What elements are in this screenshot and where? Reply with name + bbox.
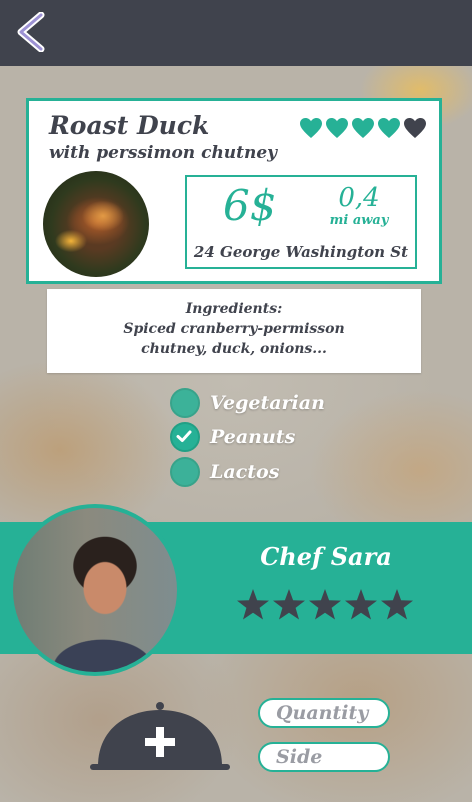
ingredients-line: chutney, duck, onions... <box>141 341 327 357</box>
dish-rating <box>299 117 427 139</box>
heart-icon <box>326 118 348 138</box>
price: 6$ <box>223 181 277 230</box>
chef-rating <box>236 588 414 622</box>
star-icon <box>309 589 341 620</box>
option-radio[interactable] <box>170 422 200 452</box>
quantity-input[interactable]: Quantity <box>258 698 390 728</box>
chef-avatar[interactable] <box>9 504 181 676</box>
option-lactos[interactable]: Lactos <box>170 457 279 487</box>
dish-card: Roast Duck with perssimon chutney 6$ 0,4… <box>26 98 442 284</box>
price-box: 6$ 0,4 mi away 24 George Washington St <box>185 175 417 269</box>
option-label: Vegetarian <box>210 392 325 414</box>
distance-unit: mi away <box>329 213 389 228</box>
option-vegetarian[interactable]: Vegetarian <box>170 388 325 418</box>
address: 24 George Washington St <box>193 243 409 261</box>
chevron-left-icon[interactable] <box>14 12 48 52</box>
option-radio[interactable] <box>170 388 200 418</box>
dish-title: Roast Duck <box>49 111 210 140</box>
top-bar <box>0 0 472 66</box>
heart-icon <box>352 118 374 138</box>
star-icon <box>237 589 269 620</box>
option-peanuts[interactable]: Peanuts <box>170 422 295 452</box>
chef-name: Chef Sara <box>260 542 392 571</box>
checkmark-icon <box>176 430 192 442</box>
heart-icon <box>378 118 400 138</box>
side-input[interactable]: Side <box>258 742 390 772</box>
dish-subtitle: with perssimon chutney <box>49 143 278 163</box>
star-icon <box>273 589 305 620</box>
add-to-order-button[interactable] <box>90 700 230 772</box>
option-radio[interactable] <box>170 457 200 487</box>
star-icon <box>345 589 377 620</box>
option-label: Peanuts <box>210 426 296 448</box>
heart-icon <box>300 118 322 138</box>
distance: 0,4 <box>338 183 380 213</box>
ingredients-line: Spiced cranberry-permisson <box>123 321 345 337</box>
ingredients-heading: Ingredients: <box>185 301 283 317</box>
heart-icon <box>404 118 426 138</box>
ingredients-panel: Ingredients: Spiced cranberry-permisson … <box>47 289 421 373</box>
star-icon <box>381 589 413 620</box>
option-label: Lactos <box>210 461 280 483</box>
dish-photo <box>43 171 149 277</box>
